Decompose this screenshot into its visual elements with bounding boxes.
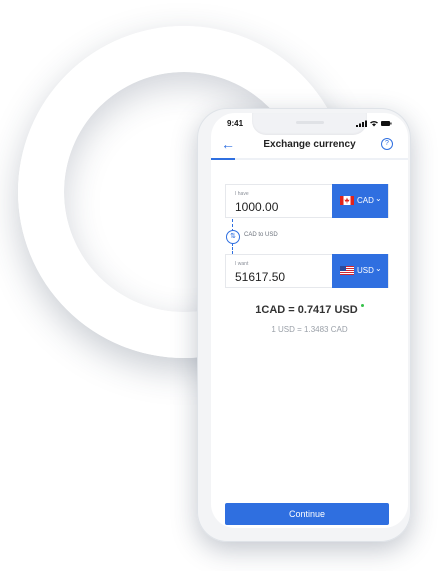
continue-button[interactable]: Continue xyxy=(225,503,389,525)
want-amount[interactable]: 51617.50 xyxy=(235,270,285,284)
want-currency-code: USD xyxy=(357,266,374,275)
status-time: 9:41 xyxy=(227,119,244,128)
rate-inverse: 1 USD = 1.3483 CAD xyxy=(271,325,348,334)
battery-icon xyxy=(381,121,392,126)
page-title: Exchange currency xyxy=(263,139,356,150)
rate-main: 1CAD = 0.7417 USD xyxy=(211,304,408,316)
have-field[interactable]: I have 1000.00 CAD ⌄ xyxy=(225,184,389,218)
chevron-down-icon: ⌄ xyxy=(375,264,382,273)
help-icon[interactable]: ? xyxy=(381,138,393,150)
pair-label: CAD to USD xyxy=(244,232,278,238)
phone-notch xyxy=(252,113,367,135)
live-indicator xyxy=(360,304,364,307)
status-icons xyxy=(356,120,392,127)
have-currency-code: CAD xyxy=(357,196,374,205)
chevron-down-icon: ⌄ xyxy=(375,194,382,203)
canada-flag-icon xyxy=(340,196,354,205)
want-field[interactable]: I want 51617.50 USD ⌄ xyxy=(225,254,389,288)
usa-flag-icon xyxy=(340,266,354,275)
want-label: I want xyxy=(235,261,249,267)
want-currency-button[interactable]: USD ⌄ xyxy=(332,254,388,288)
have-currency-button[interactable]: CAD ⌄ xyxy=(332,184,388,218)
signal-icon xyxy=(356,120,367,127)
swap-icon[interactable]: ⇅ xyxy=(226,230,240,244)
phone-screen: 9:41 ← Exchange currency ? I have 1000.0… xyxy=(211,113,408,528)
progress-fill xyxy=(211,158,235,160)
nav-bar: ← Exchange currency ? xyxy=(211,135,408,157)
wifi-icon xyxy=(370,121,378,127)
swap-connector-bottom xyxy=(232,243,233,254)
rate-main-text: 1CAD = 0.7417 USD xyxy=(255,304,358,316)
speaker-grille xyxy=(296,121,324,124)
progress-track xyxy=(211,158,408,160)
have-amount[interactable]: 1000.00 xyxy=(235,200,278,214)
have-label: I have xyxy=(235,191,249,197)
